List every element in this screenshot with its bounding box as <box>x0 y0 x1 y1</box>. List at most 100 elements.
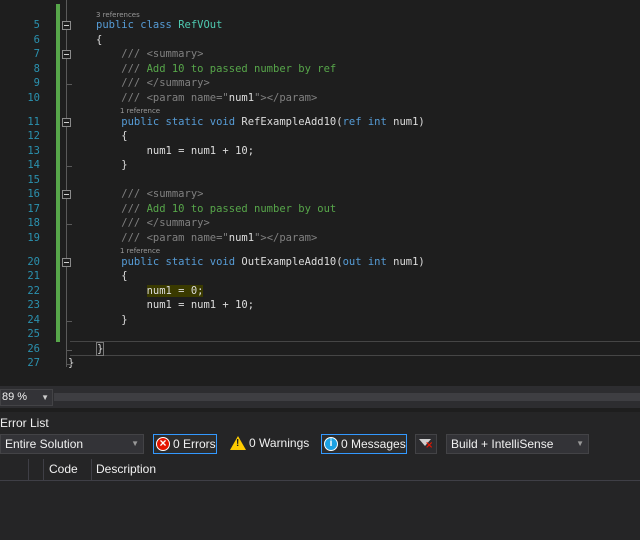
outline-guide <box>66 265 67 324</box>
collapse-outline-icon[interactable] <box>62 190 71 199</box>
column-separator[interactable] <box>28 459 29 480</box>
code-token: num1) <box>393 115 425 128</box>
warning-icon <box>230 436 246 450</box>
warnings-filter-button[interactable]: 0 Warnings <box>228 434 312 454</box>
code-token: "></param> <box>254 91 318 104</box>
line-number: 18 <box>27 217 40 229</box>
code-line[interactable]: 27} <box>0 356 640 370</box>
code-token: { <box>96 130 128 142</box>
column-separator[interactable] <box>91 459 92 480</box>
code-line[interactable]: 20 public static void OutExampleAdd10(ou… <box>0 255 640 269</box>
messages-filter-button[interactable]: 0 Messages <box>321 434 407 454</box>
code-line[interactable]: 22 num1 = 0; <box>0 284 640 298</box>
error-list-panel: Error List Entire Solution ▼ 0 Errors 0 … <box>0 412 640 540</box>
code-editor[interactable]: 3 references 5 public class RefVOut 6{7 ///… <box>0 0 640 386</box>
code-line[interactable]: 24 } <box>0 313 640 327</box>
code-token: /// <box>96 77 147 89</box>
code-line[interactable]: 15 <box>0 173 640 187</box>
code-line[interactable]: 7 /// <summary> <box>0 47 640 61</box>
code-line[interactable]: 16 /// <summary> <box>0 187 640 201</box>
code-token: RefExampleAdd10( <box>241 115 343 128</box>
zoom-dropdown[interactable]: 89 % ▼ <box>0 389 53 406</box>
code-line[interactable]: 25 <box>0 327 640 341</box>
code-line[interactable]: 5 public class RefVOut <box>0 18 640 32</box>
zoom-level: 89 % <box>2 391 28 403</box>
code-line[interactable]: 13 num1 = num1 + 10; <box>0 144 640 158</box>
line-number: 19 <box>27 231 40 244</box>
errors-filter-button[interactable]: 0 Errors <box>153 434 217 454</box>
outline-end <box>66 84 72 85</box>
horizontal-scrollbar[interactable] <box>54 393 640 401</box>
error-table-body <box>0 481 640 540</box>
info-icon <box>324 437 338 451</box>
code-token: <summary> <box>146 188 204 200</box>
code-token: public static void <box>96 115 242 128</box>
code-text: /// <summary> <box>96 47 203 61</box>
line-number: 13 <box>27 144 40 157</box>
column-header-code[interactable]: Code <box>49 459 78 480</box>
code-line[interactable]: 11 public static void RefExampleAdd10(re… <box>0 115 640 129</box>
code-line[interactable]: 19 /// <param name="num1"></param> <box>0 231 640 245</box>
code-text: { <box>96 129 128 143</box>
column-header-description[interactable]: Description <box>96 459 156 480</box>
code-token: } <box>96 159 128 171</box>
line-number: 15 <box>27 173 40 186</box>
code-line[interactable]: 12 { <box>0 129 640 143</box>
editor-status-bar: 89 % ▼ <box>0 386 640 408</box>
code-text: } <box>68 356 102 370</box>
code-token: } <box>96 313 128 326</box>
column-separator[interactable] <box>43 459 44 480</box>
outline-guide <box>66 58 67 87</box>
code-line[interactable]: 14 } <box>0 158 640 172</box>
build-filter-dropdown[interactable]: Build + IntelliSense ▼ <box>446 434 589 454</box>
outline-end <box>66 349 72 351</box>
code-line[interactable]: 10 /// <param name="num1"></param> <box>0 91 640 105</box>
outline-guide <box>66 198 67 227</box>
build-filter-label: Build + IntelliSense <box>451 437 554 451</box>
code-token: "></param> <box>254 231 318 244</box>
chevron-down-icon: ▼ <box>576 439 584 448</box>
collapse-outline-icon[interactable] <box>62 50 71 59</box>
clear-filter-button[interactable]: × <box>415 434 437 454</box>
panel-title: Error List <box>0 416 49 430</box>
line-number: 8 <box>33 62 40 75</box>
code-line[interactable]: 8 /// Add 10 to passed number by ref <box>0 62 640 76</box>
line-number: 6 <box>33 33 40 46</box>
line-number: 16 <box>27 188 40 200</box>
code-token: ref int <box>342 115 394 128</box>
code-text: } <box>96 158 128 172</box>
code-text: /// </summary> <box>96 76 210 90</box>
code-line[interactable]: 26} <box>0 341 640 356</box>
line-number: 12 <box>27 130 40 142</box>
line-number: 27 <box>27 357 40 369</box>
code-text: public class RefVOut <box>96 18 222 32</box>
code-token: public static void <box>96 255 242 268</box>
line-number: 14 <box>27 159 40 171</box>
code-line[interactable]: 18 /// </summary> <box>0 216 640 230</box>
outline-guide <box>66 0 67 21</box>
code-text: { <box>96 33 102 47</box>
line-number: 9 <box>33 77 40 89</box>
code-token: { <box>96 270 128 282</box>
code-line[interactable]: 9 /// </summary> <box>0 76 640 90</box>
collapse-outline-icon[interactable] <box>62 257 71 267</box>
code-text: num1 = 0; <box>96 284 204 298</box>
code-token: <param name=" <box>146 231 229 244</box>
line-number: 22 <box>27 284 40 297</box>
code-text: public static void RefExampleAdd10(ref i… <box>96 115 425 129</box>
error-table-header: Code Description <box>0 459 640 481</box>
scope-dropdown[interactable]: Entire Solution ▼ <box>0 434 144 454</box>
collapse-outline-icon[interactable] <box>62 21 71 30</box>
collapse-outline-icon[interactable] <box>62 117 71 127</box>
code-line[interactable]: 17 /// Add 10 to passed number by out <box>0 202 640 216</box>
code-token: /// <box>96 217 147 229</box>
code-line[interactable]: 23 num1 = num1 + 10; <box>0 298 640 312</box>
code-line[interactable]: 6{ <box>0 33 640 47</box>
outline-end <box>66 320 72 322</box>
code-line[interactable]: 21 { <box>0 269 640 283</box>
line-number: 11 <box>27 115 40 128</box>
code-token: RefVOut <box>178 19 223 31</box>
error-list-toolbar: Entire Solution ▼ 0 Errors 0 Warnings 0 … <box>0 434 640 458</box>
code-token: out int <box>342 255 394 268</box>
chevron-down-icon: ▼ <box>41 393 49 402</box>
